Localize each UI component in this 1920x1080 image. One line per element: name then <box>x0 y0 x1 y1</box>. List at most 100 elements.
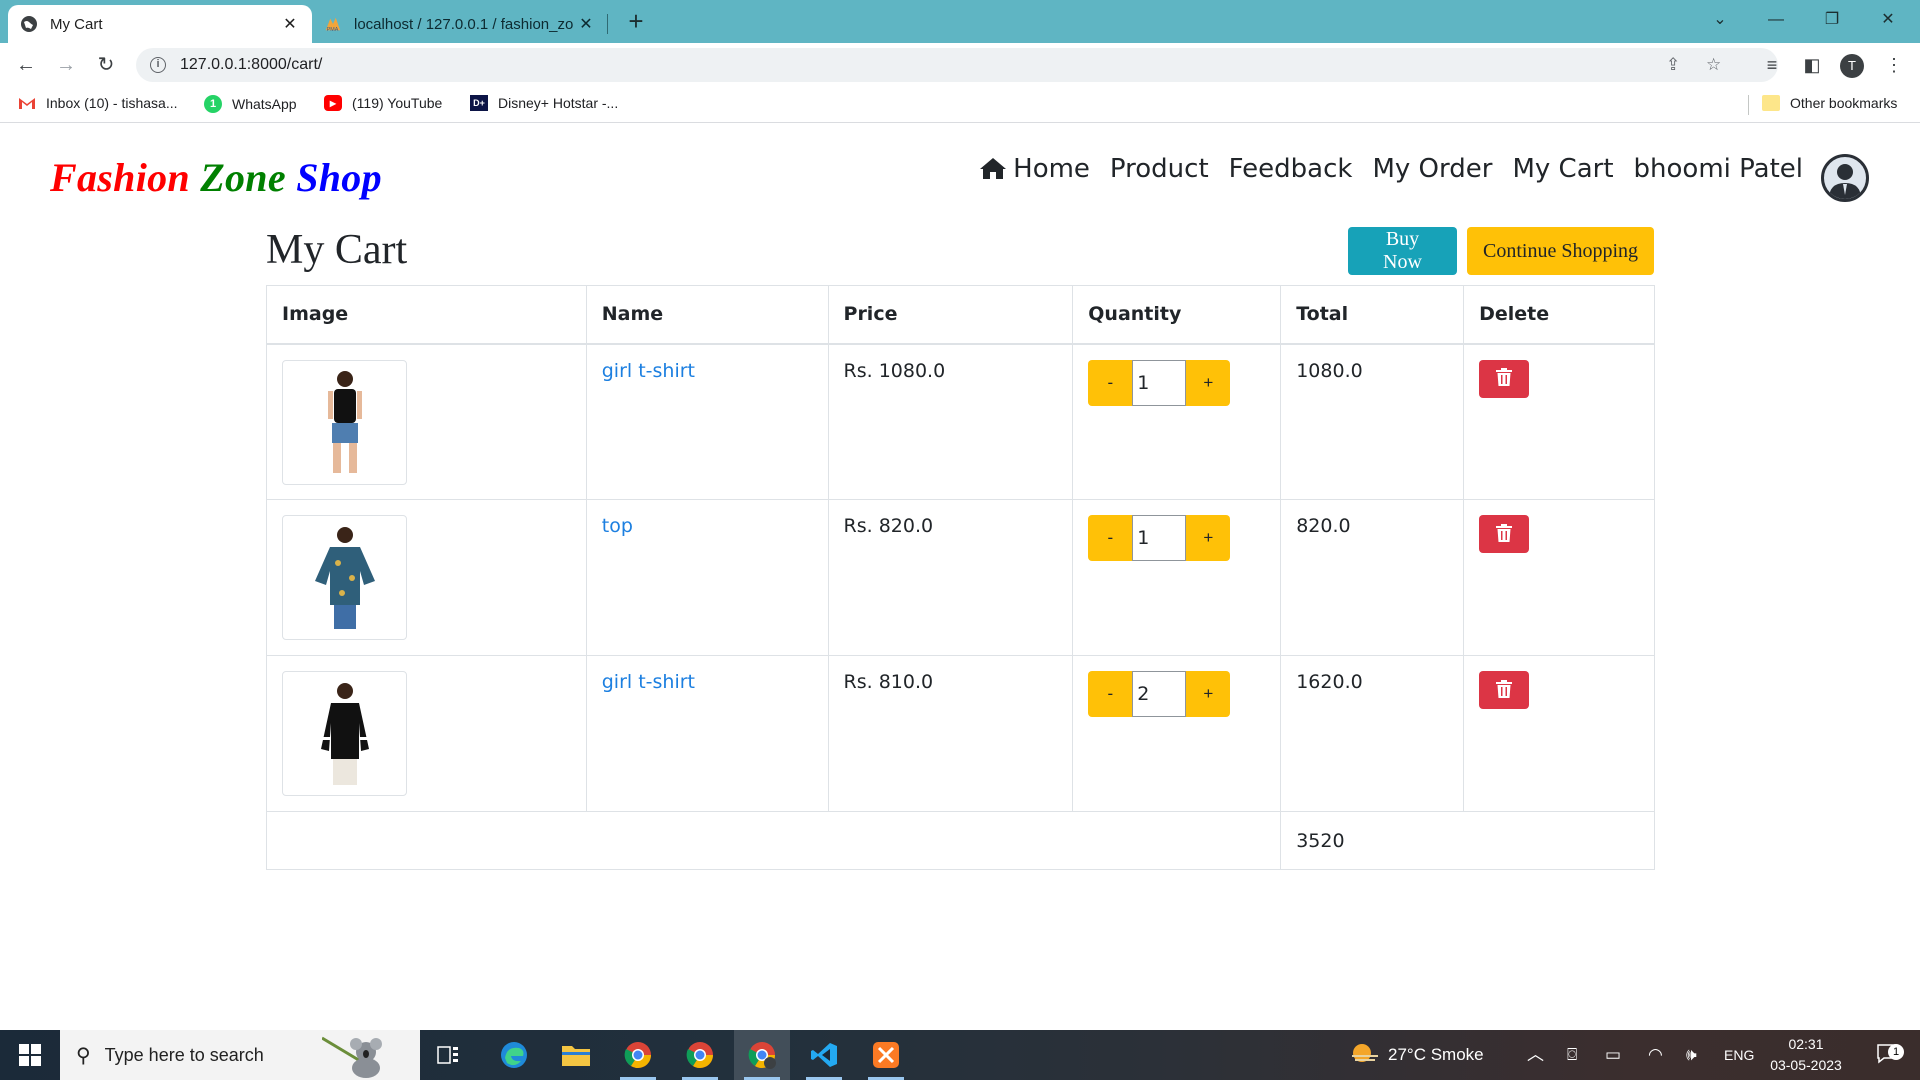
profile-avatar[interactable]: T <box>1840 54 1864 78</box>
table-header-row: Image Name Price Quantity Total Delete <box>266 285 1655 345</box>
product-name-link[interactable]: girl t-shirt <box>602 671 695 693</box>
language-indicator[interactable]: ENG <box>1724 1030 1754 1080</box>
product-image[interactable] <box>282 671 407 796</box>
delete-button[interactable] <box>1479 671 1530 709</box>
browser-toolbar: ← → ↻ i 127.0.0.1:8000/cart/ ⇪ ☆ ≡ ◧ T ⋮ <box>0 43 1920 87</box>
restore-icon[interactable]: ❐ <box>1804 0 1860 40</box>
side-panel-icon[interactable]: ◧ <box>1796 49 1828 81</box>
reading-list-icon[interactable]: ≡ <box>1756 49 1788 81</box>
chrome-profile-icon[interactable] <box>734 1030 790 1080</box>
menu-kebab-icon[interactable]: ⋮ <box>1878 49 1910 81</box>
share-icon[interactable]: ⇪ <box>1666 48 1680 82</box>
quantity-input[interactable] <box>1132 671 1187 717</box>
product-image[interactable] <box>282 515 407 640</box>
notification-count: 1 <box>1888 1044 1904 1060</box>
quantity-stepper: - + <box>1088 515 1265 561</box>
nav-feedback[interactable]: Feedback <box>1229 154 1353 184</box>
globe-icon <box>20 15 38 33</box>
bookmark-whatsapp[interactable]: 1 WhatsApp <box>204 95 297 113</box>
nav-product[interactable]: Product <box>1110 154 1209 184</box>
site-info-icon[interactable]: i <box>150 57 166 73</box>
buy-now-button[interactable]: Buy Now <box>1348 227 1457 275</box>
table-row: girl t-shirt Rs. 1080.0 - + 1080.0 <box>266 343 1655 500</box>
chrome-icon[interactable] <box>610 1030 666 1080</box>
edge-icon[interactable] <box>486 1030 542 1080</box>
page-content: Fashion Zone Shop Home Product Feedback … <box>0 124 1920 1030</box>
nav-my-order[interactable]: My Order <box>1372 154 1492 184</box>
table-row: girl t-shirt Rs. 810.0 - + 1620.0 <box>266 655 1655 812</box>
windows-taskbar: ⚲ Type here to search 27°C Smoke ︿ ⌼ ▭ ◠… <box>0 1030 1920 1080</box>
increase-quantity-button[interactable]: + <box>1186 359 1231 406</box>
product-image[interactable] <box>282 359 407 485</box>
clock-time: 02:31 <box>1788 1036 1824 1052</box>
minimize-icon[interactable]: — <box>1748 0 1804 40</box>
product-price: Rs. 820.0 <box>827 499 1074 656</box>
bookmark-separator <box>1748 95 1749 115</box>
column-header: Image <box>266 285 587 345</box>
nav-my-cart[interactable]: My Cart <box>1512 154 1613 184</box>
tab-title: localhost / 127.0.0.1 / fashion_zo <box>354 15 574 33</box>
task-view-icon[interactable] <box>420 1030 476 1080</box>
increase-quantity-button[interactable]: + <box>1186 671 1231 717</box>
folder-icon <box>1762 95 1780 111</box>
decrease-quantity-button[interactable]: - <box>1088 671 1133 717</box>
notification-icon[interactable]: 1 <box>1868 1030 1908 1080</box>
column-header: Total <box>1280 285 1465 345</box>
bookmark-gmail[interactable]: Inbox (10) - tishasa... <box>18 95 178 111</box>
close-tab-icon[interactable]: ✕ <box>576 14 596 34</box>
show-hidden-icons[interactable]: ︿ <box>1527 1030 1544 1080</box>
vscode-icon[interactable] <box>796 1030 852 1080</box>
volume-icon[interactable]: 🕪 <box>1686 1030 1697 1080</box>
line-total: 820.0 <box>1280 499 1465 656</box>
weather-widget[interactable]: 27°C Smoke <box>1350 1030 1484 1080</box>
forward-arrow-icon[interactable]: → <box>50 49 82 81</box>
empty-cell <box>265 811 1282 870</box>
trash-icon <box>1495 523 1513 546</box>
continue-shopping-button[interactable]: Continue Shopping <box>1467 227 1654 275</box>
windows-start-icon[interactable] <box>0 1030 60 1080</box>
delete-button[interactable] <box>1479 359 1530 398</box>
cart-table: Image Name Price Quantity Total Delete g… <box>265 285 1655 870</box>
quantity-input[interactable] <box>1132 515 1187 561</box>
quantity-input[interactable] <box>1132 359 1187 406</box>
xampp-icon[interactable] <box>858 1030 914 1080</box>
tab-search-icon[interactable]: ⌄ <box>1692 0 1748 40</box>
decrease-quantity-button[interactable]: - <box>1088 515 1133 561</box>
reload-icon[interactable]: ↻ <box>90 49 122 81</box>
delete-button[interactable] <box>1479 515 1530 553</box>
other-bookmarks[interactable]: Other bookmarks <box>1762 95 1897 111</box>
column-header: Name <box>585 285 829 345</box>
nav-user-name[interactable]: bhoomi Patel <box>1634 154 1803 184</box>
phpmyadmin-icon: PMA <box>324 15 342 33</box>
address-bar[interactable]: i 127.0.0.1:8000/cart/ ⇪ ☆ <box>136 48 1778 82</box>
url-text: 127.0.0.1:8000/cart/ <box>180 56 323 73</box>
chrome-icon[interactable] <box>672 1030 728 1080</box>
product-name-link[interactable]: girl t-shirt <box>602 360 695 382</box>
meet-now-icon[interactable]: ⌼ <box>1567 1030 1577 1080</box>
file-explorer-icon[interactable] <box>548 1030 604 1080</box>
battery-icon[interactable]: ▭ <box>1605 1030 1621 1080</box>
close-window-icon[interactable]: ✕ <box>1860 0 1916 40</box>
home-icon <box>979 156 1007 180</box>
site-logo[interactable]: Fashion Zone Shop <box>50 154 382 201</box>
close-tab-icon[interactable]: ✕ <box>280 14 300 34</box>
wifi-icon[interactable]: ◠ <box>1648 1030 1663 1080</box>
star-icon[interactable]: ☆ <box>1706 48 1721 82</box>
tab-my-cart[interactable]: My Cart ✕ <box>8 5 312 43</box>
back-arrow-icon[interactable]: ← <box>10 49 42 81</box>
product-price: Rs. 810.0 <box>827 655 1074 812</box>
tab-phpmyadmin[interactable]: PMA localhost / 127.0.0.1 / fashion_zo ✕ <box>312 5 608 43</box>
new-tab-button[interactable]: + <box>620 6 652 38</box>
nav-home[interactable]: Home <box>979 154 1090 184</box>
product-name-link[interactable]: top <box>602 515 633 537</box>
taskbar-clock[interactable]: 02:31 03-05-2023 <box>1760 1034 1852 1076</box>
search-icon: ⚲ <box>76 1044 91 1067</box>
user-avatar[interactable] <box>1821 154 1869 202</box>
bookmark-hotstar[interactable]: D+ Disney+ Hotstar -... <box>470 95 618 111</box>
clock-date: 03-05-2023 <box>1770 1057 1842 1073</box>
taskbar-search-box[interactable]: ⚲ Type here to search <box>60 1030 420 1080</box>
bookmark-youtube[interactable]: ▶ (119) YouTube <box>324 95 442 111</box>
table-row: top Rs. 820.0 - + 820.0 <box>266 499 1655 656</box>
increase-quantity-button[interactable]: + <box>1186 515 1231 561</box>
decrease-quantity-button[interactable]: - <box>1088 359 1133 406</box>
